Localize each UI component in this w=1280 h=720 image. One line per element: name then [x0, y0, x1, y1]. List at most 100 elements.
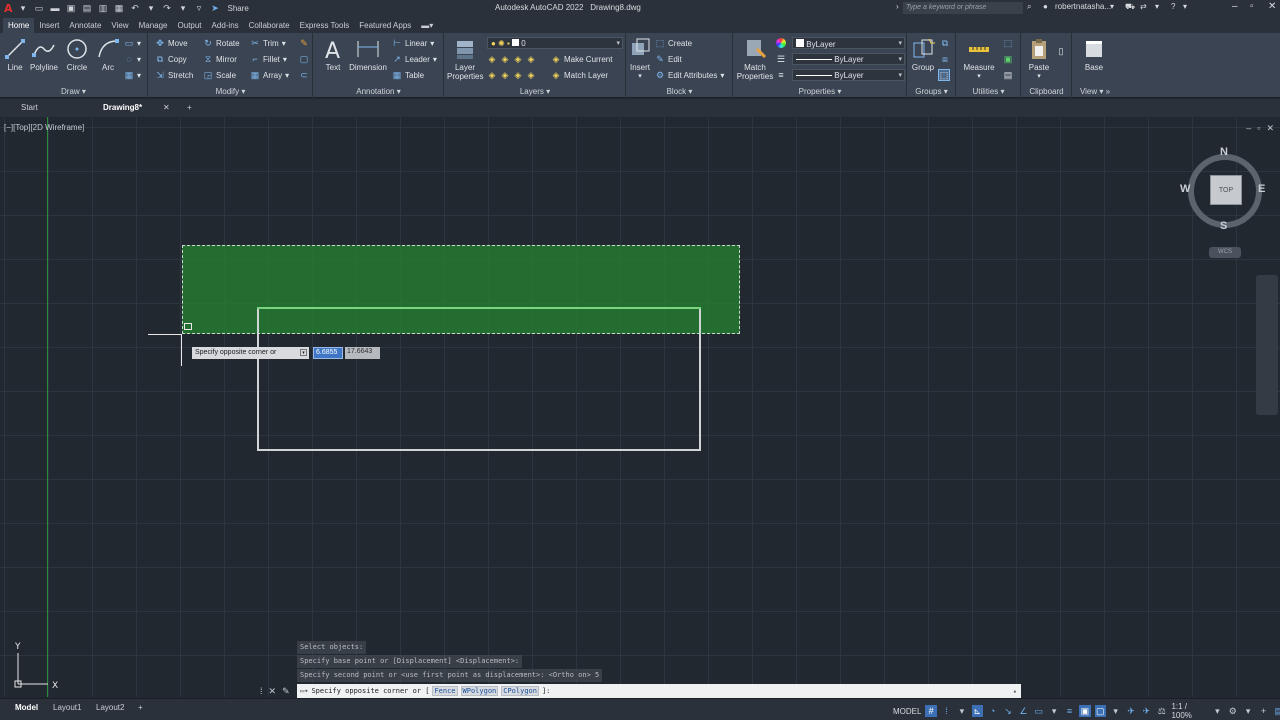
app-menu-chevron-icon[interactable]: ▾: [18, 3, 29, 14]
save-icon[interactable]: ▣: [66, 3, 77, 14]
start-tab[interactable]: Start: [21, 103, 38, 112]
layer-properties-button[interactable]: Layer Properties: [447, 37, 483, 81]
command-history-toggle-icon[interactable]: ▴: [1013, 687, 1017, 695]
search-icon[interactable]: ⌕: [1027, 2, 1031, 12]
edit-block-button[interactable]: ✎ Edit: [655, 54, 682, 64]
line-button[interactable]: Line: [4, 37, 26, 72]
view-panel-title[interactable]: View ▾ »: [1073, 87, 1117, 96]
osnap-dropdown-icon[interactable]: ▾: [1048, 705, 1059, 717]
linetype-dropdown[interactable]: ByLayer ▾: [792, 69, 905, 81]
cart-icon[interactable]: ⛟: [1125, 2, 1135, 12]
tab-view[interactable]: View: [106, 18, 133, 33]
command-recent-icon[interactable]: ▭▾: [300, 687, 308, 695]
selection-cycling-icon[interactable]: ▢: [1094, 705, 1106, 717]
compass-north[interactable]: N: [1220, 146, 1228, 158]
utilities-panel-title[interactable]: Utilities ▾: [957, 87, 1020, 96]
scale-dropdown-icon[interactable]: ▾: [1212, 705, 1223, 717]
share-button[interactable]: Share: [228, 4, 249, 13]
group-edit-button[interactable]: ⧈: [940, 54, 950, 64]
edit-attributes-button[interactable]: ⚙ Edit Attributes ▾: [655, 70, 724, 80]
autocad-logo-icon[interactable]: A: [4, 2, 13, 15]
viewcube[interactable]: TOP N S E W: [1180, 146, 1270, 236]
lineweight-dropdown[interactable]: ByLayer ▾: [792, 53, 905, 65]
user-dropdown-icon[interactable]: ▾: [1110, 2, 1114, 11]
arc-button[interactable]: Arc: [95, 37, 121, 72]
user-name[interactable]: robertnatasha...: [1055, 2, 1111, 11]
modify-panel-title[interactable]: Modify ▾: [149, 87, 312, 96]
close-tab-icon[interactable]: ✕: [163, 103, 170, 112]
redo-dropdown-icon[interactable]: ▾: [178, 3, 189, 14]
mirror-button[interactable]: ⧖ Mirror: [203, 54, 237, 64]
create-block-button[interactable]: ⬚ Create: [655, 38, 692, 48]
annotation-add-icon[interactable]: +: [1258, 705, 1269, 717]
drawing-canvas[interactable]: [−][Top][2D Wireframe] – ▫ ✕ Specify opp…: [0, 117, 1280, 697]
customize-qat-icon[interactable]: ▿: [194, 3, 205, 14]
erase-button[interactable]: ✎: [299, 38, 309, 48]
cut-button[interactable]: ▯: [1056, 46, 1066, 56]
save-to-web-icon[interactable]: ▥: [98, 3, 109, 14]
print-icon[interactable]: ▦: [114, 3, 125, 14]
share-icon[interactable]: ➤: [210, 3, 221, 14]
trim-button[interactable]: ✂ Trim ▾: [250, 38, 286, 48]
save-as-icon[interactable]: ▤: [82, 3, 93, 14]
circle-button[interactable]: Circle: [64, 37, 90, 72]
tab-manage[interactable]: Manage: [134, 18, 173, 33]
snap-dropdown-icon[interactable]: ▾: [956, 705, 967, 717]
scale-button[interactable]: ◲ Scale: [203, 70, 236, 80]
dynamic-input-x-field[interactable]: 6.6855: [313, 347, 343, 359]
minimize-icon[interactable]: –: [1232, 1, 1238, 12]
help-dropdown-icon[interactable]: ▾: [1183, 2, 1187, 11]
polyline-button[interactable]: Polyline: [28, 37, 60, 72]
undo-icon[interactable]: ↶: [130, 3, 141, 14]
redo-icon[interactable]: ↷: [162, 3, 173, 14]
tab-express-tools[interactable]: Express Tools: [295, 18, 355, 33]
grid-icon[interactable]: #: [925, 705, 937, 717]
block-panel-title[interactable]: Block ▾: [627, 87, 732, 96]
option-wpolygon[interactable]: WPolygon: [460, 686, 499, 696]
group-button[interactable]: Group: [910, 37, 936, 72]
maximize-icon[interactable]: ▫: [1250, 1, 1254, 12]
new-tab-icon[interactable]: +: [187, 103, 192, 112]
annotation-scale-value[interactable]: 1:1 / 100%: [1171, 702, 1207, 720]
tab-annotate[interactable]: Annotate: [64, 18, 106, 33]
new-layout-icon[interactable]: +: [138, 703, 143, 712]
annotation-panel-title[interactable]: Annotation ▾: [314, 87, 443, 96]
match-properties-button[interactable]: Match Properties: [736, 37, 774, 81]
hatch-button[interactable]: ◌ ▾: [124, 54, 141, 64]
layout2-tab[interactable]: Layout2: [96, 703, 124, 712]
transparency-icon[interactable]: ▣: [1079, 705, 1091, 717]
dimension-button[interactable]: Dimension: [348, 37, 388, 72]
compass-west[interactable]: W: [1180, 183, 1190, 195]
annotation-scale-icon[interactable]: ⚖: [1156, 705, 1167, 717]
boundary-button[interactable]: ▦ ▾: [124, 70, 141, 80]
dynamic-input-options-icon[interactable]: ▾: [300, 349, 307, 356]
command-input[interactable]: ▭▾ Specify opposite corner or [Fence WPol…: [297, 684, 1021, 698]
object-snap-tracking-icon[interactable]: ∠: [1018, 705, 1029, 717]
command-line-customize-icon[interactable]: ✎: [282, 686, 290, 697]
match-layer-button[interactable]: ◈ Match Layer: [551, 70, 609, 80]
viewport-restore-icon[interactable]: ▫: [1257, 123, 1260, 134]
wcs-menu[interactable]: WCS: [1209, 247, 1241, 258]
quick-select-button[interactable]: ⬚: [1003, 38, 1013, 48]
tab-home[interactable]: Home: [3, 18, 35, 33]
lineweight-toggle-icon[interactable]: ≡: [1064, 705, 1075, 717]
workspace-dropdown-icon[interactable]: ▾: [1242, 705, 1253, 717]
close-icon[interactable]: ✕: [1268, 1, 1276, 12]
make-current-button[interactable]: ◈ Make Current: [551, 54, 613, 64]
search-expand-icon[interactable]: ›: [896, 2, 899, 11]
viewport-close-icon[interactable]: ✕: [1266, 123, 1274, 134]
select-all-button[interactable]: ▣: [1003, 54, 1013, 64]
tab-insert[interactable]: Insert: [34, 18, 64, 33]
new-file-icon[interactable]: ▭: [34, 3, 45, 14]
viewport-controls-label[interactable]: [−][Top][2D Wireframe]: [4, 123, 84, 132]
dynamic-input-y-field[interactable]: 17.6643: [345, 347, 380, 359]
polar-icon[interactable]: ◔: [987, 705, 998, 717]
search-input[interactable]: Type a keyword or phrase: [903, 2, 1023, 14]
viewcube-top-face[interactable]: TOP: [1210, 175, 1242, 205]
insert-button[interactable]: Insert ▾: [629, 37, 651, 80]
annotation-visibility-icon[interactable]: ✈: [1141, 705, 1152, 717]
layout1-tab[interactable]: Layout1: [53, 703, 81, 712]
rectangle-button[interactable]: ▭ ▾: [124, 38, 141, 48]
leader-button[interactable]: ↗ Leader ▾: [392, 54, 437, 64]
explode-button[interactable]: ▢: [299, 54, 309, 64]
